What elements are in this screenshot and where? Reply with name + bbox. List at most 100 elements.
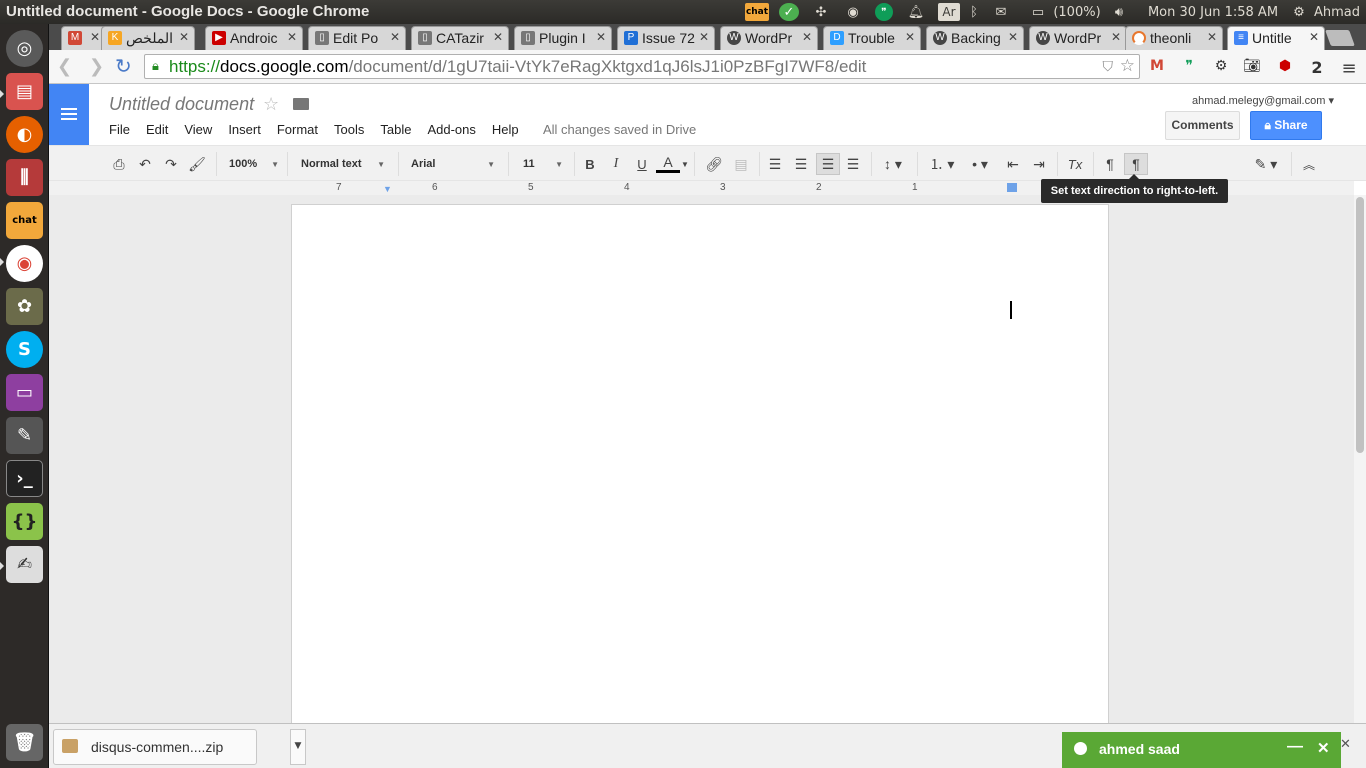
justify-icon[interactable]: ☰: [843, 153, 863, 175]
window-app-icon[interactable]: ▭: [6, 374, 43, 411]
tab-gmail[interactable]: M ✕: [61, 26, 106, 50]
close-tab-icon[interactable]: ✕: [390, 30, 400, 44]
menu-edit[interactable]: Edit: [146, 122, 168, 137]
clock[interactable]: Mon 30 Jun 1:58 AM: [1143, 3, 1283, 21]
settings-extension-icon[interactable]: ⚙: [1211, 58, 1231, 76]
settings-gear-icon[interactable]: ⚙: [1290, 3, 1308, 21]
text-editor-icon[interactable]: ✍: [6, 546, 43, 583]
style-select[interactable]: Normal text ▼: [301, 153, 385, 175]
clear-formatting-icon[interactable]: Tx: [1064, 153, 1086, 175]
comments-button[interactable]: Comments: [1165, 111, 1240, 140]
print-icon[interactable]: ⎙: [109, 153, 129, 175]
share-button[interactable]: 🔒︎ Share: [1250, 111, 1322, 140]
document-page[interactable]: [291, 204, 1109, 734]
tab-10[interactable]: W Backing ✕: [926, 26, 1024, 50]
reload-button[interactable]: ↻: [115, 54, 132, 78]
chat-indicator-icon[interactable]: chat: [745, 3, 769, 21]
bluetooth-icon[interactable]: ᛒ: [966, 3, 982, 21]
menu-tools[interactable]: Tools: [334, 122, 364, 137]
text-color-button[interactable]: A: [656, 153, 680, 173]
align-right-icon[interactable]: ☰: [816, 153, 840, 175]
download-menu-button[interactable]: ▼: [290, 729, 306, 765]
hangouts-extension-icon[interactable]: ❞: [1179, 58, 1199, 76]
document-title[interactable]: Untitled document: [109, 94, 254, 115]
chevron-down-icon[interactable]: ▼: [681, 153, 689, 175]
align-center-icon[interactable]: ☰: [791, 153, 811, 175]
address-bar[interactable]: 🔒︎ https://docs.google.com/document/d/1g…: [144, 54, 1140, 79]
menu-view[interactable]: View: [184, 122, 212, 137]
decrease-indent-icon[interactable]: ⇤: [1003, 153, 1023, 175]
firefox-icon[interactable]: ◐: [6, 116, 43, 153]
tab-6[interactable]: ▯ Plugin I ✕: [514, 26, 612, 50]
back-button[interactable]: ❮: [57, 56, 72, 77]
close-tab-icon[interactable]: ✕: [1111, 30, 1121, 44]
code-editor-icon[interactable]: {}: [6, 503, 43, 540]
menu-insert[interactable]: Insert: [228, 122, 261, 137]
tab-3[interactable]: ▶ Androic ✕: [205, 26, 303, 50]
chrome-launcher-icon[interactable]: ◉: [6, 245, 43, 282]
rtl-direction-icon[interactable]: ¶: [1124, 153, 1148, 175]
camera-extension-icon[interactable]: 📷︎: [1242, 58, 1262, 76]
gmail-extension-icon[interactable]: M: [1147, 58, 1167, 76]
increase-indent-icon[interactable]: ⇥: [1029, 153, 1049, 175]
close-tab-icon[interactable]: ✕: [699, 30, 709, 44]
terminal-icon[interactable]: ›_: [6, 460, 43, 497]
tab-12[interactable]: theonli ✕: [1125, 26, 1223, 50]
redo-icon[interactable]: ↷: [161, 153, 181, 175]
menu-help[interactable]: Help: [492, 122, 519, 137]
chat-app-icon[interactable]: chat: [6, 202, 43, 239]
line-spacing-icon[interactable]: ↕ ▾: [877, 153, 909, 175]
numbered-list-icon[interactable]: ⒈ ▾: [925, 153, 959, 175]
trash-icon[interactable]: 🗑︎: [6, 724, 43, 761]
battery-icon[interactable]: ▭: [1025, 3, 1051, 21]
close-tab-icon[interactable]: ✕: [179, 30, 189, 44]
vertical-scrollbar[interactable]: [1354, 195, 1366, 723]
user-name[interactable]: Ahmad: [1312, 3, 1362, 21]
tab-active-docs[interactable]: ≡ Untitle ✕: [1227, 26, 1325, 50]
collapse-icon[interactable]: ︽: [1299, 153, 1319, 175]
gimp-wilber-icon[interactable]: ✎: [6, 417, 43, 454]
menu-table[interactable]: Table: [380, 122, 411, 137]
menu-format[interactable]: Format: [277, 122, 318, 137]
extension-badge[interactable]: 2: [1307, 58, 1327, 77]
adblock-extension-icon[interactable]: ⬢: [1275, 58, 1295, 76]
editing-mode-icon[interactable]: ✎ ▾: [1249, 153, 1283, 175]
volume-icon[interactable]: 🔊︎: [1108, 3, 1130, 21]
notification-bell-icon[interactable]: 🔔︎: [906, 3, 926, 21]
paint-format-icon[interactable]: 🖌︎: [187, 153, 207, 175]
keyboard-layout-indicator[interactable]: Ar: [938, 3, 960, 21]
close-chat-button[interactable]: ✕: [1317, 739, 1330, 757]
close-tab-icon[interactable]: ✕: [90, 30, 100, 44]
font-select[interactable]: Arial ▼: [411, 153, 495, 175]
left-indent-marker[interactable]: ▼: [383, 184, 392, 194]
close-tab-icon[interactable]: ✕: [596, 30, 606, 44]
close-tab-icon[interactable]: ✕: [1309, 30, 1319, 44]
comment-icon[interactable]: ▤: [731, 153, 751, 175]
tab-4[interactable]: ▯ Edit Po ✕: [308, 26, 406, 50]
gimp-app-icon[interactable]: ✿: [6, 288, 43, 325]
docs-home-icon[interactable]: [49, 84, 89, 145]
bookmark-star-icon[interactable]: ☆: [1120, 56, 1135, 76]
files-manager-icon[interactable]: ▤: [6, 73, 43, 110]
close-tab-icon[interactable]: ✕: [802, 30, 812, 44]
zoom-select[interactable]: 100% ▼: [229, 153, 279, 175]
scrollbar-thumb[interactable]: [1356, 197, 1364, 453]
tab-7[interactable]: P Issue 72 ✕: [617, 26, 715, 50]
bold-button[interactable]: B: [581, 153, 599, 175]
link-icon[interactable]: 🔗︎: [703, 153, 725, 175]
close-tab-icon[interactable]: ✕: [905, 30, 915, 44]
chrome-indicator-icon[interactable]: ◉: [843, 3, 863, 21]
hangouts-indicator-icon[interactable]: ❞: [875, 3, 893, 21]
chrome-menu-icon[interactable]: ≡: [1339, 58, 1359, 79]
menu-file[interactable]: File: [109, 122, 130, 137]
italic-button[interactable]: I: [607, 153, 625, 175]
mixer-app-icon[interactable]: ⫼: [6, 159, 43, 196]
right-indent-marker[interactable]: [1007, 183, 1017, 192]
shield-icon[interactable]: ⛉: [1103, 58, 1114, 75]
download-item[interactable]: disqus-commen....zip: [53, 729, 257, 765]
hangouts-chat-bar[interactable]: ahmed saad — ✕: [1062, 732, 1341, 768]
close-tab-icon[interactable]: ✕: [1207, 30, 1217, 44]
folder-icon[interactable]: [293, 98, 309, 110]
new-tab-button[interactable]: [1325, 30, 1355, 46]
star-icon[interactable]: ☆: [263, 94, 279, 115]
